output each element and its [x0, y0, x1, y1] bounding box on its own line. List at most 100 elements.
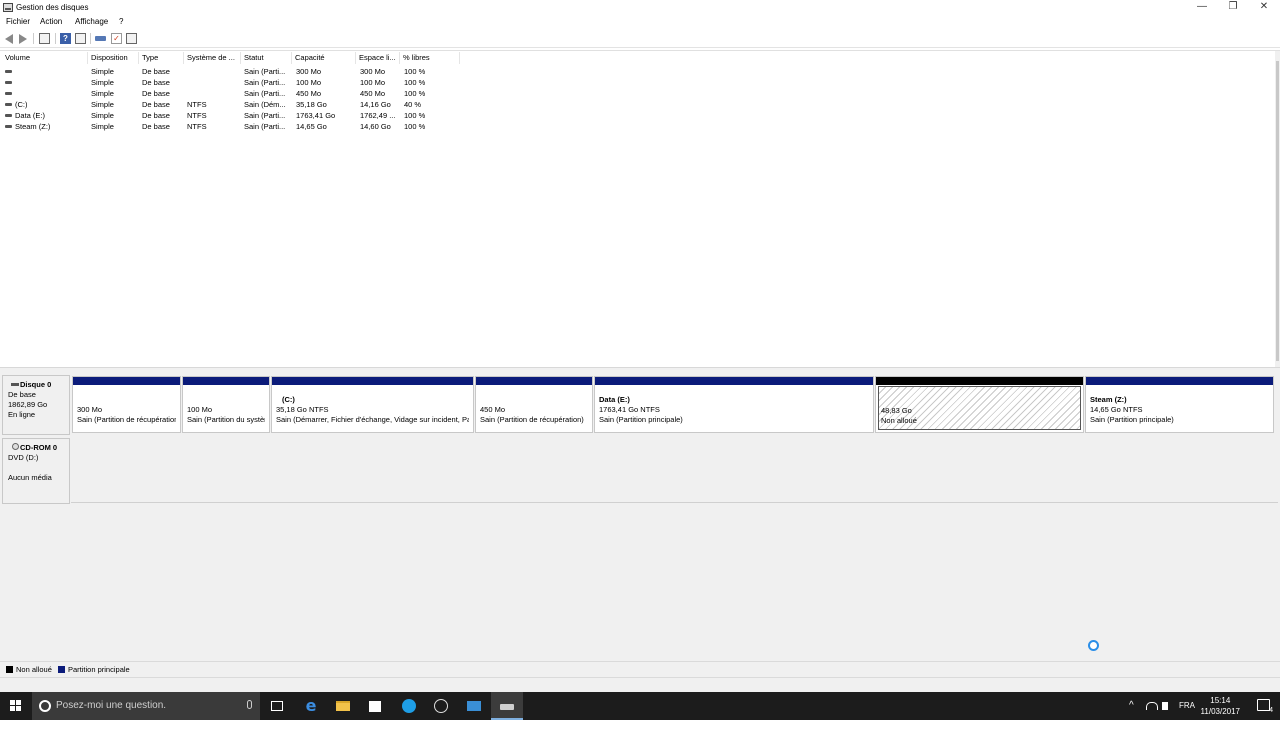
- volume-name: (C:): [15, 100, 28, 109]
- cd-rom-icon: [12, 443, 19, 450]
- partition-status: Sain (Démarrer, Fichier d'échange, Vidag…: [276, 415, 469, 424]
- close-button[interactable]: ✕: [1248, 0, 1280, 16]
- back-arrow-icon[interactable]: [5, 34, 13, 44]
- menu-fichier[interactable]: Fichier: [6, 17, 30, 26]
- disk-0-label[interactable]: Disque 0 De base 1862,89 Go En ligne: [2, 375, 70, 435]
- menu-help[interactable]: ?: [119, 17, 123, 26]
- volume-icon: [5, 114, 12, 117]
- volume-row[interactable]: (C:) Simple De base NTFS Sain (Dém... 35…: [0, 99, 462, 110]
- system-clock[interactable]: 15:14 11/03/2017: [1201, 695, 1240, 717]
- language-indicator[interactable]: FRA: [1179, 701, 1195, 729]
- volume-name: [15, 66, 87, 77]
- column-capacity[interactable]: Capacité: [292, 52, 356, 64]
- volume-list-header: Volume Disposition Type Système de ... S…: [0, 52, 462, 64]
- cortana-search-box[interactable]: Posez-moi une question.: [32, 692, 260, 720]
- file-explorer-button[interactable]: [327, 692, 359, 720]
- maximize-button[interactable]: ❐: [1217, 0, 1249, 16]
- scrollbar-thumb[interactable]: [1276, 61, 1279, 361]
- check-icon[interactable]: ✓: [111, 33, 122, 44]
- partition-data-e[interactable]: Data (E:) 1763,41 Go NTFS Sain (Partitio…: [594, 376, 874, 433]
- volume-filesystem: [187, 66, 241, 77]
- column-status[interactable]: Statut: [241, 52, 292, 64]
- tray-overflow-chevron[interactable]: ^: [1129, 700, 1141, 728]
- store-button[interactable]: [359, 692, 391, 720]
- volume-status: Sain (Parti...: [244, 111, 286, 120]
- column-type[interactable]: Type: [139, 52, 184, 64]
- partition-type-bar: [73, 377, 180, 385]
- list-view-icon[interactable]: [126, 33, 137, 44]
- volume-free-space: 450 Mo: [360, 89, 386, 98]
- toolbar-separator: [55, 33, 56, 44]
- cdrom-media: Aucun média: [8, 473, 52, 482]
- partition-body: Steam (Z:) 14,65 Go NTFS Sain (Partition…: [1088, 386, 1271, 430]
- volume-type: De base: [142, 67, 170, 76]
- partition-recovery-450[interactable]: 450 Mo Sain (Partition de récupération): [475, 376, 593, 433]
- help-icon[interactable]: ?: [60, 33, 71, 44]
- status-bar: [0, 677, 1280, 692]
- clock-app-button[interactable]: [425, 692, 457, 720]
- task-view-button[interactable]: [261, 692, 293, 720]
- properties-icon[interactable]: [75, 33, 86, 44]
- partition-title: (C:): [282, 395, 295, 404]
- volume-type: De base: [142, 78, 170, 87]
- console-tree-icon[interactable]: [39, 33, 50, 44]
- partition-efi-100[interactable]: 100 Mo Sain (Partition du système EFI): [182, 376, 270, 433]
- volume-percent-free: 100 %: [404, 78, 426, 87]
- cdrom-0-label[interactable]: CD-ROM 0 DVD (D:) Aucun média: [2, 438, 70, 504]
- connect-drive-icon[interactable]: [95, 36, 106, 41]
- volume-row[interactable]: Simple De base Sain (Parti... 300 Mo 300…: [0, 66, 462, 77]
- volume-row[interactable]: Steam (Z:) Simple De base NTFS Sain (Par…: [0, 121, 462, 132]
- edge-button[interactable]: e: [295, 692, 327, 720]
- volume-row[interactable]: Simple De base Sain (Parti... 100 Mo 100…: [0, 77, 462, 88]
- disk-management-app-icon: [3, 3, 13, 12]
- partition-steam-z[interactable]: Steam (Z:) 14,65 Go NTFS Sain (Partition…: [1085, 376, 1274, 433]
- partition-recovery-300[interactable]: 300 Mo Sain (Partition de récupération): [72, 376, 181, 433]
- unallocated-space[interactable]: 48,83 Go Non alloué: [875, 376, 1084, 433]
- menu-action[interactable]: Action: [40, 17, 62, 26]
- cdrom-name: CD-ROM 0: [20, 443, 58, 452]
- disk-management-taskbar-button[interactable]: [491, 692, 523, 720]
- wifi-icon[interactable]: [1146, 702, 1158, 710]
- partition-status: Non alloué: [881, 416, 917, 425]
- partition-body: 450 Mo Sain (Partition de récupération): [478, 386, 590, 430]
- volume-filesystem: NTFS: [187, 100, 207, 109]
- partition-status: Sain (Partition principale): [1090, 415, 1174, 424]
- volume-status: Sain (Parti...: [244, 122, 286, 131]
- microphone-icon[interactable]: [247, 700, 252, 709]
- menu-affichage[interactable]: Affichage: [75, 17, 108, 26]
- volume-percent-free: 100 %: [404, 111, 426, 120]
- remote-desktop-button[interactable]: [458, 692, 490, 720]
- partition-body-hatched: 48,83 Go Non alloué: [878, 386, 1081, 430]
- volume-row[interactable]: Simple De base Sain (Parti... 450 Mo 450…: [0, 88, 462, 99]
- forward-arrow-icon[interactable]: [19, 34, 27, 44]
- folder-icon: [336, 701, 350, 711]
- partition-status: Sain (Partition de récupération): [480, 415, 584, 424]
- volume-icon[interactable]: [1162, 702, 1168, 710]
- column-volume[interactable]: Volume: [2, 52, 88, 64]
- minimize-button[interactable]: —: [1186, 0, 1218, 16]
- volume-type: De base: [142, 122, 170, 131]
- skype-icon: [402, 699, 416, 713]
- monitor-icon: [467, 701, 481, 711]
- volume-percent-free: 40 %: [404, 100, 422, 109]
- search-placeholder: Posez-moi une question.: [56, 700, 167, 711]
- volume-capacity: 100 Mo: [296, 78, 322, 87]
- volume-row[interactable]: Data (E:) Simple De base NTFS Sain (Part…: [0, 110, 462, 121]
- column-percent-free[interactable]: % libres: [400, 52, 460, 64]
- start-button[interactable]: [0, 692, 32, 720]
- volume-disposition: Simple: [91, 89, 114, 98]
- disk-status: En ligne: [8, 410, 36, 419]
- column-disposition[interactable]: Disposition: [88, 52, 139, 64]
- edge-icon: e: [305, 696, 317, 715]
- action-center-icon[interactable]: 4: [1257, 699, 1273, 714]
- legend-unallocated: Non alloué: [16, 665, 52, 674]
- column-filesystem[interactable]: Système de ...: [184, 52, 241, 64]
- skype-button[interactable]: [393, 692, 425, 720]
- partition-c[interactable]: (C:) 35,18 Go NTFS Sain (Démarrer, Fichi…: [271, 376, 474, 433]
- disk-graph-view: Disque 0 De base 1862,89 Go En ligne 300…: [0, 371, 1280, 661]
- partition-title: Steam (Z:): [1090, 395, 1127, 404]
- volume-name: Data (E:): [15, 111, 46, 120]
- volume-list-scrollbar[interactable]: [1275, 51, 1280, 368]
- unallocated-swatch: [6, 666, 13, 673]
- column-free-space[interactable]: Espace li...: [356, 52, 400, 64]
